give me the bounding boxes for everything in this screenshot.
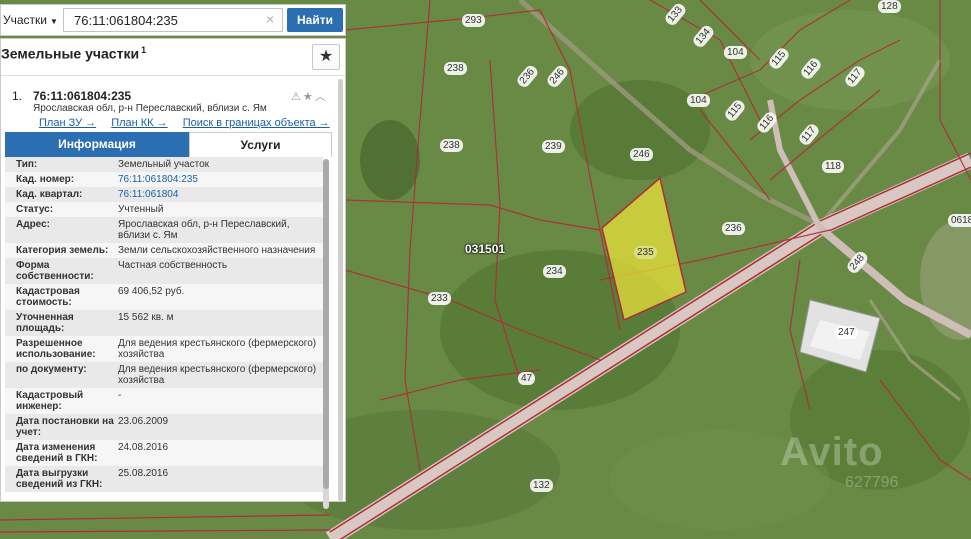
- favorites-button[interactable]: ★: [312, 44, 340, 70]
- result-icons: ⚠★︿: [291, 88, 328, 104]
- plot-label[interactable]: 104: [724, 46, 747, 59]
- info-value: Учтенный: [118, 204, 164, 215]
- info-row: по документу: Для ведения крестьянского (…: [5, 362, 323, 388]
- info-table: Тип: Земельный участок Кад. номер: 76:11:0…: [5, 157, 328, 492]
- info-key: Кадастровый инженер:: [16, 390, 84, 412]
- info-value: 24.08.2016: [118, 442, 169, 453]
- plot-label[interactable]: 246: [630, 148, 653, 161]
- watermark-sub: 627796: [845, 474, 899, 491]
- info-value: 25.08.2016: [118, 468, 169, 479]
- info-key: Дата выгрузки сведений из ГКН:: [16, 468, 103, 490]
- info-value: Ярославская обл, р-н Переславский, вблиз…: [118, 219, 290, 241]
- plot-label[interactable]: 247: [835, 326, 858, 339]
- info-row: Кадастровая стоимость: 69 406,52 руб.: [5, 284, 323, 310]
- info-scrollbar-thumb[interactable]: [323, 159, 329, 489]
- info-key: Кадастровая стоимость:: [16, 286, 80, 308]
- plot-label[interactable]: 238: [444, 62, 467, 75]
- panel-scrollbar[interactable]: [338, 79, 343, 501]
- search-type-select[interactable]: Участки ▼: [1, 5, 61, 35]
- tabs: Информация Услуги: [5, 132, 332, 157]
- info-row: Категория земель: Земли сельскохозяйствен…: [5, 243, 323, 258]
- info-value: -: [118, 390, 122, 401]
- info-value: Для ведения крестьянского (фермерского) …: [118, 364, 317, 386]
- search-input[interactable]: [63, 8, 283, 32]
- info-value: Земли сельскохозяйственного назначения: [118, 245, 316, 256]
- info-key: Уточненная площадь:: [16, 312, 74, 334]
- result-cadastral-number[interactable]: 76:11:061804:235: [33, 89, 131, 103]
- search-type-label: Участки: [3, 13, 47, 27]
- plot-label[interactable]: 0618: [948, 214, 971, 227]
- plot-label[interactable]: 104: [687, 94, 710, 107]
- info-key: Дата изменения сведений в ГКН:: [16, 442, 98, 464]
- plot-label[interactable]: 128: [878, 0, 901, 13]
- result-number: 1.: [12, 89, 23, 103]
- star-icon: ★: [318, 48, 334, 65]
- info-value: 69 406,52 руб.: [118, 286, 185, 297]
- plan-zu-link[interactable]: План ЗУ →: [39, 117, 96, 129]
- collapse-icon[interactable]: ︿: [315, 91, 328, 103]
- star-icon[interactable]: ★: [303, 91, 315, 103]
- info-key: Кад. квартал:: [16, 189, 83, 200]
- info-row: Кадастровый инженер: -: [5, 388, 323, 414]
- plan-kk-link[interactable]: План КК →: [111, 117, 167, 129]
- plot-label[interactable]: 47: [518, 372, 536, 385]
- watermark: Avito: [780, 430, 884, 474]
- info-scrollbar[interactable]: [323, 159, 329, 509]
- info-row: Форма собственности: Частная собственност…: [5, 258, 323, 284]
- plot-label[interactable]: 239: [542, 140, 565, 153]
- info-row: Кад. квартал: 76:11:061804: [5, 187, 323, 202]
- info-key: Разрешенное использование:: [16, 338, 96, 360]
- info-value: Для ведения крестьянского (фермерского) …: [118, 338, 317, 360]
- search-bar: Участки▼ × Найти: [0, 4, 346, 36]
- info-row: Кад. номер: 76:11:061804:235: [5, 172, 323, 187]
- info-key: Статус:: [16, 204, 54, 215]
- result-count: 1: [141, 45, 147, 55]
- info-value: Частная собственность: [118, 260, 228, 271]
- info-key: Категория земель:: [16, 245, 109, 256]
- info-key: по документу:: [16, 364, 87, 375]
- result-address: Ярославская обл, р-н Переславский, вблиз…: [33, 103, 267, 114]
- info-key: Тип:: [16, 159, 38, 170]
- cadastral-number-link[interactable]: 76:11:061804:235: [118, 174, 318, 185]
- tab-information[interactable]: Информация: [5, 132, 189, 157]
- clear-icon[interactable]: ×: [266, 11, 274, 27]
- divider: [1, 75, 345, 76]
- info-row: Уточненная площадь: 15 562 кв. м: [5, 310, 323, 336]
- plot-label[interactable]: 293: [462, 14, 485, 27]
- plot-label[interactable]: 236: [722, 222, 745, 235]
- find-button[interactable]: Найти: [287, 8, 343, 32]
- info-value: 15 562 кв. м: [118, 312, 174, 323]
- quarter-label: 031501: [465, 242, 506, 256]
- results-panel: Земельные участки 1 ★ 1. 76:11:061804:235…: [0, 38, 346, 509]
- warning-icon[interactable]: ⚠: [291, 91, 303, 103]
- info-row: Дата изменения сведений в ГКН: 24.08.2016: [5, 440, 323, 466]
- plot-label[interactable]: 234: [543, 265, 566, 278]
- result-links: План ЗУ → План КК → Поиск в границах объ…: [39, 117, 342, 129]
- info-key: Дата постановки на учет:: [16, 416, 114, 438]
- info-key: Форма собственности:: [16, 260, 94, 282]
- info-value: Земельный участок: [118, 159, 210, 170]
- info-key: Адрес:: [16, 219, 50, 230]
- info-row: Статус: Учтенный: [5, 202, 323, 217]
- selected-plot-label[interactable]: 235: [634, 246, 657, 259]
- info-row: Дата постановки на учет: 23.06.2009: [5, 414, 323, 440]
- info-row: Адрес: Ярославская обл, р-н Переславский,…: [5, 217, 323, 243]
- cadastral-quarter-link[interactable]: 76:11:061804: [118, 189, 318, 200]
- panel-title: Земельные участки 1: [1, 45, 146, 62]
- plot-label[interactable]: 132: [530, 479, 553, 492]
- tab-services[interactable]: Услуги: [189, 132, 332, 157]
- search-in-bounds-link[interactable]: Поиск в границах объекта →: [183, 117, 330, 129]
- info-row: Тип: Земельный участок: [5, 157, 323, 172]
- plot-label[interactable]: 118: [822, 160, 844, 173]
- info-row: Разрешенное использование: Для ведения кр…: [5, 336, 323, 362]
- panel-title-text: Земельные участки: [1, 45, 140, 62]
- plot-label[interactable]: 238: [440, 139, 463, 152]
- info-value: 23.06.2009: [118, 416, 169, 427]
- info-row: Дата выгрузки сведений из ГКН: 25.08.2016: [5, 466, 323, 492]
- chevron-down-icon: ▼: [50, 17, 58, 26]
- info-key: Кад. номер:: [16, 174, 75, 185]
- plot-label[interactable]: 233: [428, 292, 451, 305]
